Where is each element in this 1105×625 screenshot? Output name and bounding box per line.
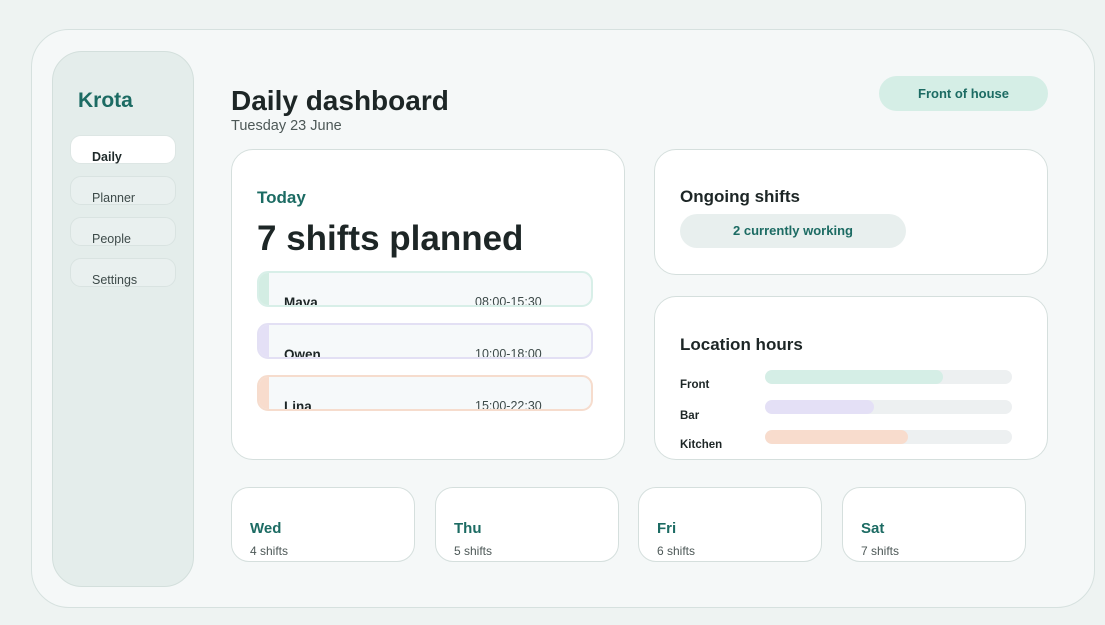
shift-row-maya[interactable]: Maya 08:00-15:30 [257,271,593,307]
ongoing-shifts-title: Ongoing shifts [680,187,800,206]
location-hours-title: Location hours [680,335,803,354]
shift-count: 7 shifts planned [257,219,524,258]
location-hours-card: Location hours Front Bar Kitchen [654,296,1048,460]
day-name: Wed [250,520,282,537]
hours-label-front: Front [680,379,710,391]
day-shift-count: 5 shifts [454,544,493,558]
hours-label-bar: Bar [680,410,700,422]
shift-person-name: Lina [284,399,312,411]
day-shift-count: 6 shifts [657,544,696,558]
day-name: Thu [454,520,482,537]
sidebar-item-settings[interactable]: Settings [70,258,176,287]
shift-person-name: Owen [284,347,321,359]
page-title: Daily dashboard [231,85,449,116]
sidebar-item-daily[interactable]: Daily [70,135,176,164]
day-name: Sat [861,520,885,537]
shift-row-owen[interactable]: Owen 10:00-18:00 [257,323,593,359]
hours-bar-fill [765,430,909,444]
upcoming-day-card-thu[interactable]: Thu 5 shifts [435,487,619,562]
shift-time-range: 15:00-22:30 [475,399,542,411]
shift-time-range: 08:00-15:30 [475,295,542,307]
shift-time-range: 10:00-18:00 [475,347,542,359]
today-card: Today 7 shifts planned Maya 08:00-15:30 … [231,149,625,460]
shift-person-name: Maya [284,295,318,307]
shift-row-lina[interactable]: Lina 15:00-22:30 [257,375,593,411]
day-name: Fri [657,520,677,537]
ongoing-shifts-card: Ongoing shifts 2 currently working [654,149,1048,275]
shift-color-bar [259,377,269,409]
sidebar: Krota Daily Planner People Settings [52,51,194,587]
shift-color-bar [259,273,269,305]
hours-bar-front [765,370,1012,384]
today-label: Today [257,188,306,207]
day-shift-count: 4 shifts [250,544,289,558]
hours-bar-fill [765,400,874,414]
location-selector-button[interactable]: Front of house [879,76,1048,111]
upcoming-day-card-sat[interactable]: Sat 7 shifts [842,487,1026,562]
shift-color-bar [259,325,269,357]
hours-bar-fill [765,370,943,384]
sidebar-item-people[interactable]: People [70,217,176,246]
brand-logo: Krota [78,89,133,112]
hours-bar-bar [765,400,1012,414]
working-status-badge: 2 currently working [680,214,906,248]
upcoming-day-card-wed[interactable]: Wed 4 shifts [231,487,415,562]
page-date: Tuesday 23 June [231,118,342,134]
hours-bar-kitchen [765,430,1012,444]
hours-label-kitchen: Kitchen [680,439,723,451]
upcoming-day-card-fri[interactable]: Fri 6 shifts [638,487,822,562]
day-shift-count: 7 shifts [861,544,900,558]
sidebar-item-planner[interactable]: Planner [70,176,176,205]
